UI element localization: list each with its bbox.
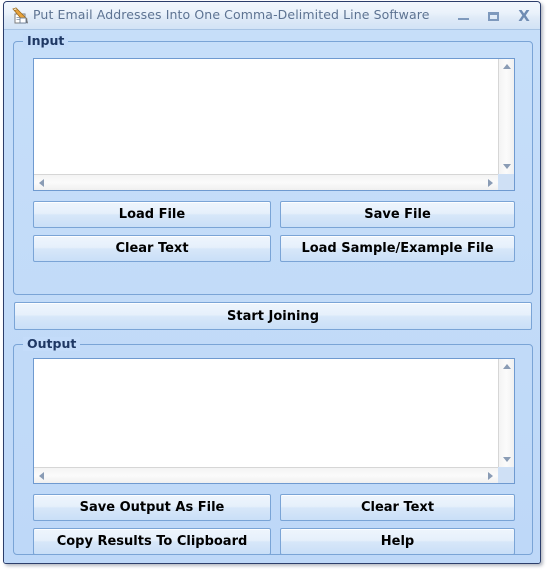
title-bar: Put Email Addresses Into One Comma-Delim… [4,2,540,30]
help-button[interactable]: Help [280,528,515,555]
client-area: Input Load File Save File Clear Text Loa… [4,30,540,563]
scrollbar-corner [498,467,514,483]
scroll-left-icon[interactable] [39,179,44,187]
scroll-left-icon[interactable] [39,472,44,480]
scroll-up-icon[interactable] [503,364,511,369]
input-group-box: Input Load File Save File Clear Text Loa… [13,34,533,295]
load-sample-example-file-button[interactable]: Load Sample/Example File [280,235,515,262]
output-textarea[interactable] [34,359,498,467]
load-file-button[interactable]: Load File [33,201,271,228]
input-vertical-scrollbar[interactable] [498,59,514,174]
scroll-up-icon[interactable] [503,64,511,69]
output-horizontal-scrollbar[interactable] [34,467,498,483]
output-vertical-scrollbar[interactable] [498,359,514,467]
scroll-right-icon[interactable] [488,472,493,480]
output-group-box: Output Save Output As File Clear Text Co… [13,337,533,555]
close-button[interactable]: X [516,8,532,24]
output-textbox[interactable] [33,358,515,484]
start-joining-button[interactable]: Start Joining [14,302,532,330]
scroll-down-icon[interactable] [503,457,511,462]
minimize-button[interactable] [456,8,472,24]
input-horizontal-scrollbar[interactable] [34,174,498,190]
input-textbox[interactable] [33,58,515,191]
scroll-right-icon[interactable] [488,179,493,187]
window-title: Put Email Addresses Into One Comma-Delim… [33,7,430,22]
input-textarea[interactable] [34,59,498,174]
input-group-label: Input [23,34,69,48]
clear-output-text-button[interactable]: Clear Text [280,494,515,521]
window-controls: X [456,2,532,30]
pencil-document-icon [11,7,29,25]
application-window: Put Email Addresses Into One Comma-Delim… [3,1,541,564]
maximize-button[interactable] [486,8,502,24]
save-output-as-file-button[interactable]: Save Output As File [33,494,271,521]
clear-input-text-button[interactable]: Clear Text [33,235,271,262]
save-file-button[interactable]: Save File [280,201,515,228]
copy-results-to-clipboard-button[interactable]: Copy Results To Clipboard [33,528,271,555]
output-group-label: Output [23,337,81,351]
scrollbar-corner [498,174,514,190]
scroll-down-icon[interactable] [503,164,511,169]
